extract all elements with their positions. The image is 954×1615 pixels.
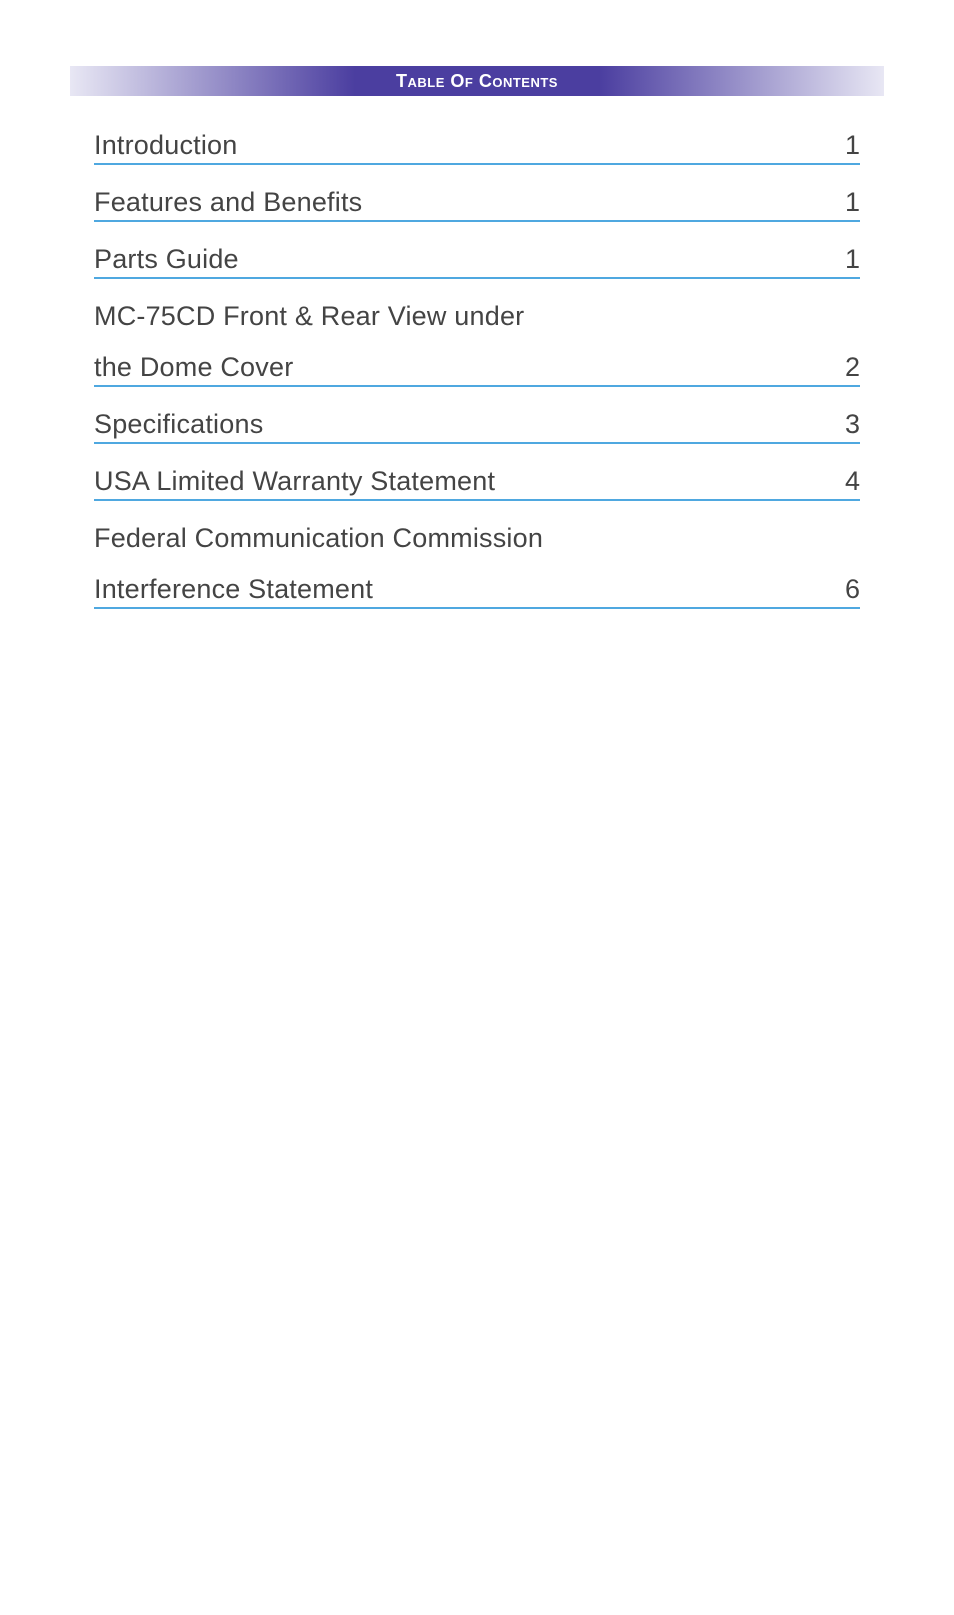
toc-header-title: Table Of Contents: [396, 71, 558, 92]
toc-entry: Parts Guide 1: [94, 244, 860, 279]
toc-entry-page: 2: [830, 352, 860, 383]
toc-entry-page: 6: [830, 574, 860, 605]
toc-entry-page: 1: [830, 130, 860, 161]
toc-entry: Specifications 3: [94, 409, 860, 444]
toc-list: Introduction 1 Features and Benefits 1 P…: [70, 130, 884, 609]
toc-entry-title: Features and Benefits: [94, 187, 362, 218]
toc-entry-title-line2: the Dome Cover: [94, 352, 293, 383]
toc-entry-title-line1: Federal Communication Commission: [94, 523, 543, 554]
toc-row: Features and Benefits 1: [94, 187, 860, 222]
toc-entry: Features and Benefits 1: [94, 187, 860, 222]
toc-row-line2: the Dome Cover 2: [94, 352, 860, 387]
toc-entry-page: 1: [830, 187, 860, 218]
toc-entry-page: 1: [830, 244, 860, 275]
toc-row: Parts Guide 1: [94, 244, 860, 279]
toc-header-bar: Table Of Contents: [70, 66, 884, 96]
toc-entry: USA Limited Warranty Statement 4: [94, 466, 860, 501]
toc-entry-multiline: Federal Communication Commission Interfe…: [94, 523, 860, 609]
toc-entry: Introduction 1: [94, 130, 860, 165]
toc-entry-multiline: MC-75CD Front & Rear View under the Dome…: [94, 301, 860, 387]
toc-entry-title-line1: MC-75CD Front & Rear View under: [94, 301, 524, 332]
toc-entry-page: 4: [830, 466, 860, 497]
document-page: Table Of Contents Introduction 1 Feature…: [0, 0, 954, 609]
toc-row-line1: Federal Communication Commission: [94, 523, 860, 556]
toc-row-line2: Interference Statement 6: [94, 574, 860, 609]
toc-entry-title: Parts Guide: [94, 244, 239, 275]
toc-entry-title: USA Limited Warranty Statement: [94, 466, 495, 497]
toc-row: Specifications 3: [94, 409, 860, 444]
toc-entry-title: Specifications: [94, 409, 263, 440]
toc-entry-title-line2: Interference Statement: [94, 574, 373, 605]
toc-entry-page: 3: [830, 409, 860, 440]
toc-row-line1: MC-75CD Front & Rear View under: [94, 301, 860, 334]
toc-entry-title: Introduction: [94, 130, 238, 161]
toc-row: Introduction 1: [94, 130, 860, 165]
toc-row: USA Limited Warranty Statement 4: [94, 466, 860, 501]
